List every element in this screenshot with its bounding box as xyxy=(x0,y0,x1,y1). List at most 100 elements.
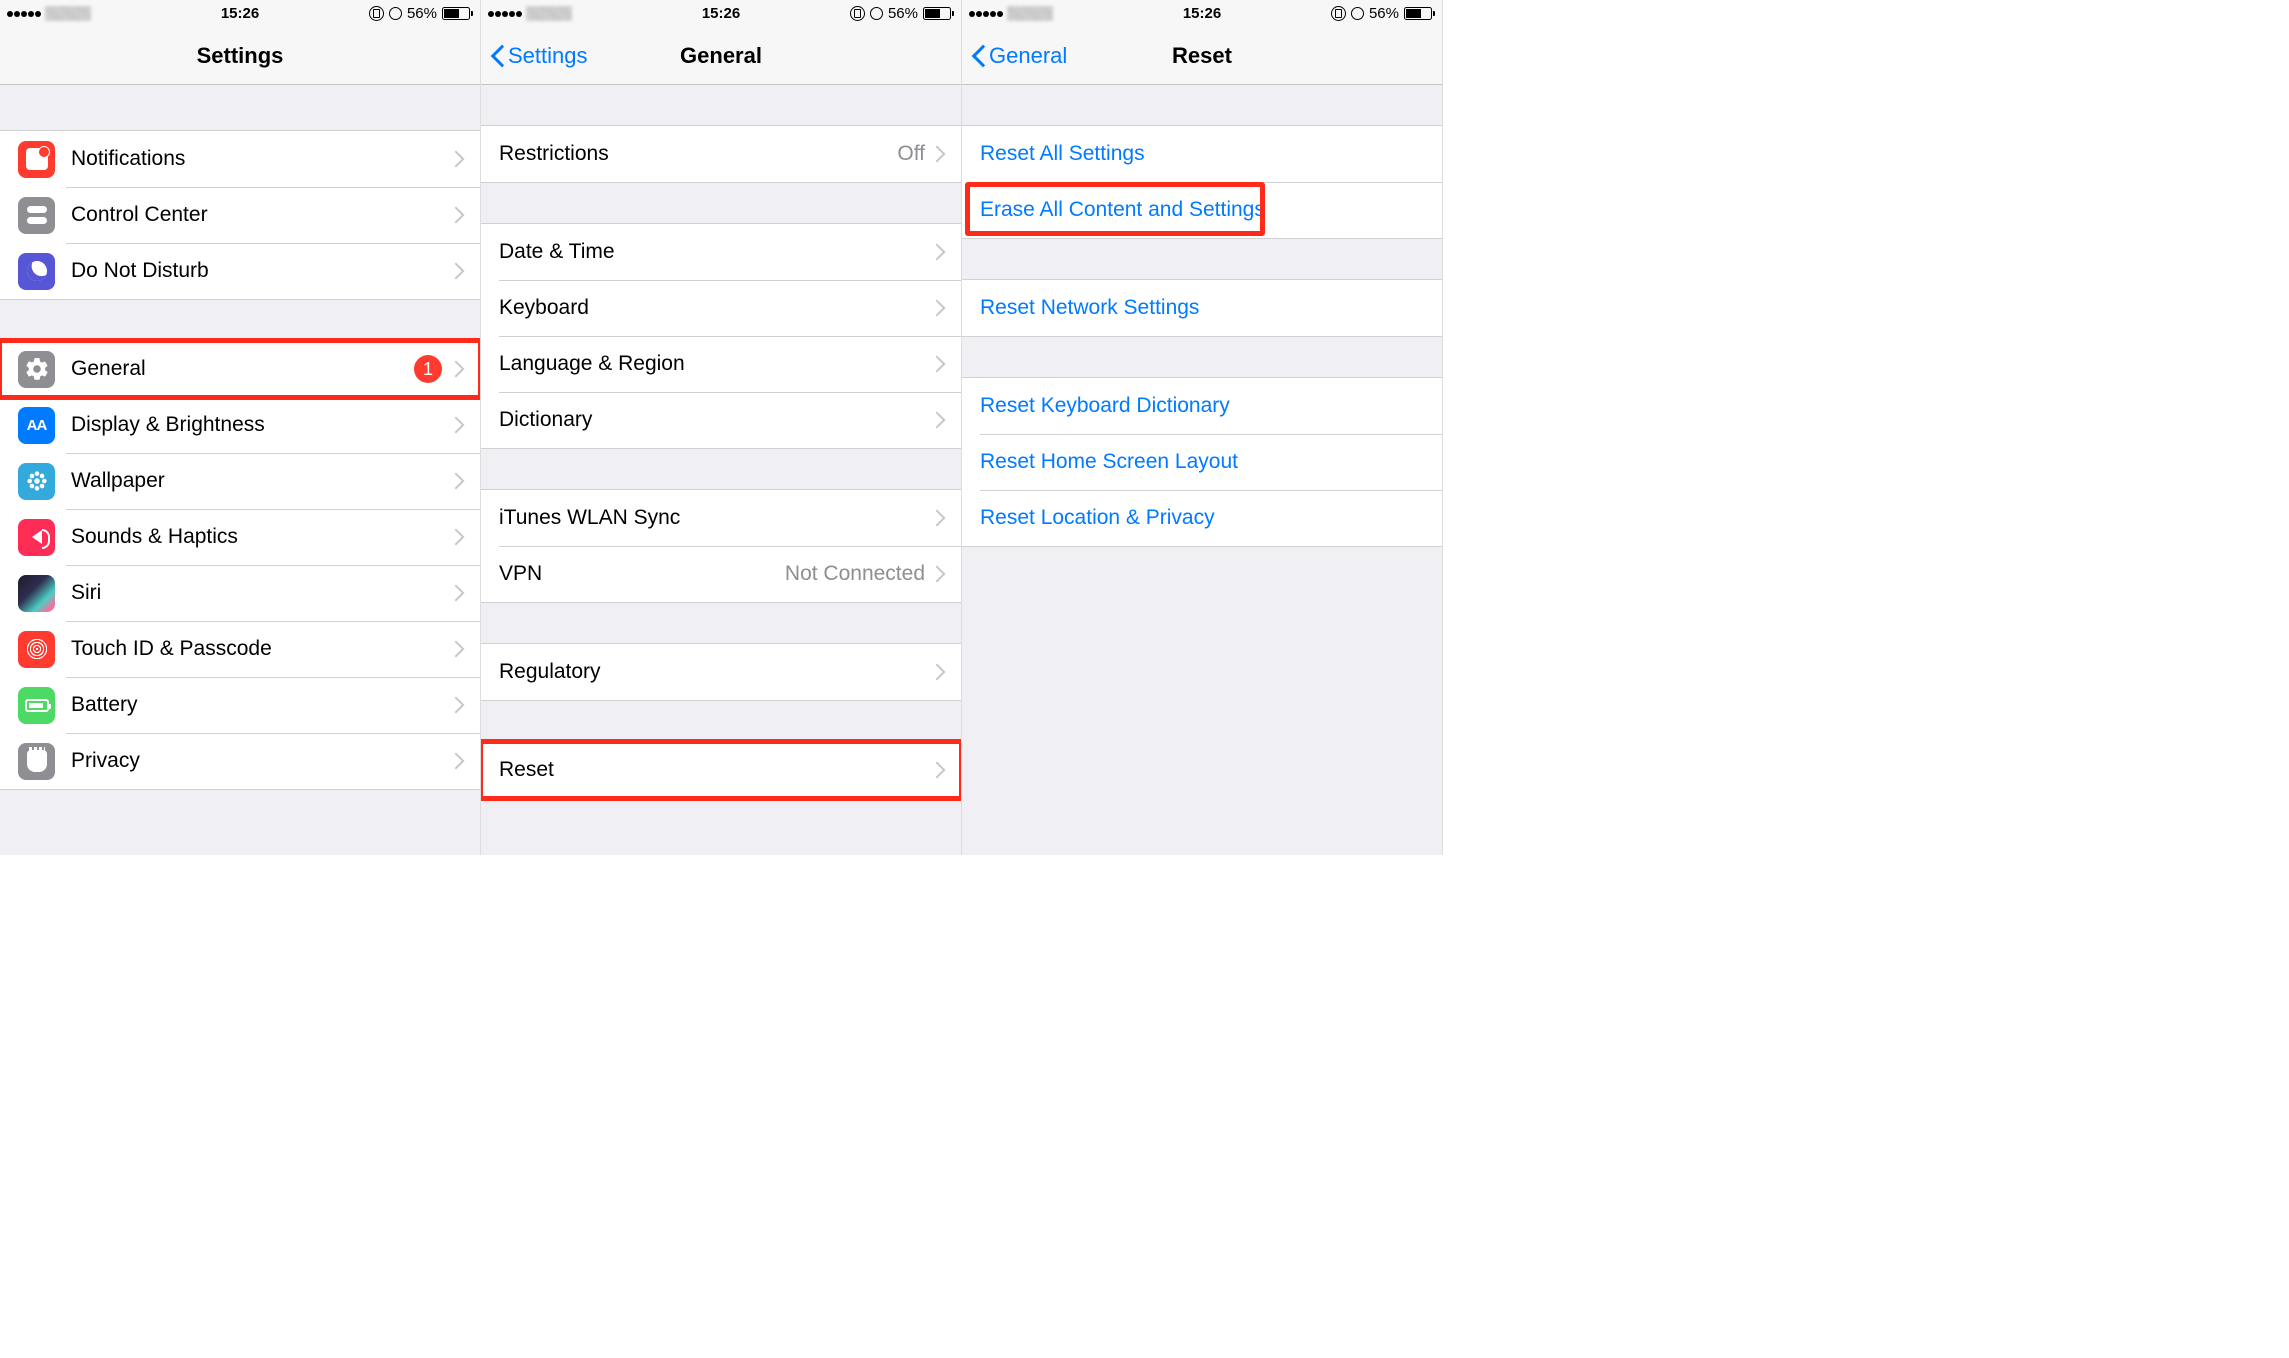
battery-percent: 56% xyxy=(888,5,918,22)
row-wallpaper[interactable]: Wallpaper xyxy=(0,453,480,509)
page-title: General xyxy=(680,43,762,69)
general-content[interactable]: Restrictions Off Date & Time Keyboard La… xyxy=(481,85,961,855)
orientation-lock-icon xyxy=(369,6,384,21)
row-label: Erase All Content and Settings xyxy=(980,198,1424,222)
battery-icon xyxy=(442,7,473,20)
row-label: Control Center xyxy=(71,203,452,227)
row-label: Sounds & Haptics xyxy=(71,525,452,549)
alarm-icon xyxy=(1351,7,1364,20)
notification-badge: 1 xyxy=(414,355,442,383)
row-battery[interactable]: Battery xyxy=(0,677,480,733)
row-regulatory[interactable]: Regulatory xyxy=(481,644,961,700)
row-label: Do Not Disturb xyxy=(71,259,452,283)
status-bar: 15:26 56% xyxy=(481,0,961,27)
control-center-icon xyxy=(18,197,55,234)
carrier-label xyxy=(1007,6,1053,21)
chevron-right-icon xyxy=(933,243,943,261)
back-label: Settings xyxy=(508,43,588,69)
row-label: General xyxy=(71,357,414,381)
row-sounds-haptics[interactable]: Sounds & Haptics xyxy=(0,509,480,565)
row-keyboard[interactable]: Keyboard xyxy=(481,280,961,336)
signal-strength-icon xyxy=(7,11,41,17)
navbar: Settings General xyxy=(481,27,961,85)
status-time: 15:26 xyxy=(1183,5,1221,22)
chevron-right-icon xyxy=(452,584,462,602)
status-left xyxy=(7,6,91,21)
back-label: General xyxy=(989,43,1067,69)
row-display-brightness[interactable]: AA Display & Brightness xyxy=(0,397,480,453)
row-label: Touch ID & Passcode xyxy=(71,637,452,661)
row-general[interactable]: General 1 xyxy=(0,341,480,397)
row-do-not-disturb[interactable]: Do Not Disturb xyxy=(0,243,480,299)
chevron-right-icon xyxy=(933,355,943,373)
row-privacy[interactable]: Privacy xyxy=(0,733,480,789)
row-reset[interactable]: Reset xyxy=(481,742,961,798)
orientation-lock-icon xyxy=(850,6,865,21)
settings-content[interactable]: Notifications Control Center Do Not Dist… xyxy=(0,85,480,855)
row-label: Keyboard xyxy=(499,296,933,320)
page-title: Settings xyxy=(197,43,284,69)
row-label: Regulatory xyxy=(499,660,933,684)
general-icon xyxy=(18,351,55,388)
orientation-lock-icon xyxy=(1331,6,1346,21)
row-control-center[interactable]: Control Center xyxy=(0,187,480,243)
battery-percent: 56% xyxy=(1369,5,1399,22)
reset-content[interactable]: Reset All Settings Erase All Content and… xyxy=(962,85,1442,855)
wallpaper-icon xyxy=(18,463,55,500)
status-right: 56% xyxy=(369,5,473,22)
chevron-right-icon xyxy=(933,509,943,527)
row-label: Restrictions xyxy=(499,142,897,166)
row-label: Reset Keyboard Dictionary xyxy=(980,394,1424,418)
status-time: 15:26 xyxy=(702,5,740,22)
row-label: Display & Brightness xyxy=(71,413,452,437)
row-vpn[interactable]: VPN Not Connected xyxy=(481,546,961,602)
row-reset-home-screen-layout[interactable]: Reset Home Screen Layout xyxy=(962,434,1442,490)
row-itunes-wlan-sync[interactable]: iTunes WLAN Sync xyxy=(481,490,961,546)
row-label: Dictionary xyxy=(499,408,933,432)
sounds-icon xyxy=(18,519,55,556)
row-label: iTunes WLAN Sync xyxy=(499,506,933,530)
row-reset-location-privacy[interactable]: Reset Location & Privacy xyxy=(962,490,1442,546)
back-button[interactable]: General xyxy=(972,43,1067,69)
row-value: Not Connected xyxy=(785,562,925,586)
row-touch-id-passcode[interactable]: Touch ID & Passcode xyxy=(0,621,480,677)
flower-icon xyxy=(26,470,48,492)
siri-icon xyxy=(18,575,55,612)
chevron-right-icon xyxy=(452,206,462,224)
chevron-right-icon xyxy=(933,565,943,583)
status-right: 56% xyxy=(1331,5,1435,22)
chevron-right-icon xyxy=(933,663,943,681)
chevron-right-icon xyxy=(452,640,462,658)
signal-strength-icon xyxy=(488,11,522,17)
row-label: Reset Network Settings xyxy=(980,296,1424,320)
row-label: Date & Time xyxy=(499,240,933,264)
navbar: General Reset xyxy=(962,27,1442,85)
row-reset-all-settings[interactable]: Reset All Settings xyxy=(962,126,1442,182)
row-erase-all-content[interactable]: Erase All Content and Settings xyxy=(962,182,1442,238)
row-restrictions[interactable]: Restrictions Off xyxy=(481,126,961,182)
row-language-region[interactable]: Language & Region xyxy=(481,336,961,392)
row-reset-network-settings[interactable]: Reset Network Settings xyxy=(962,280,1442,336)
carrier-label xyxy=(526,6,572,21)
battery-percent: 56% xyxy=(407,5,437,22)
chevron-left-icon xyxy=(491,45,505,67)
privacy-icon xyxy=(18,743,55,780)
battery-icon xyxy=(1404,7,1435,20)
status-bar: 15:26 56% xyxy=(0,0,480,27)
row-reset-keyboard-dictionary[interactable]: Reset Keyboard Dictionary xyxy=(962,378,1442,434)
chevron-right-icon xyxy=(452,696,462,714)
chevron-right-icon xyxy=(933,411,943,429)
row-siri[interactable]: Siri xyxy=(0,565,480,621)
battery-icon xyxy=(923,7,954,20)
chevron-right-icon xyxy=(452,262,462,280)
battery-settings-icon xyxy=(18,687,55,724)
general-screen: 15:26 56% Settings General Restrictions … xyxy=(481,0,962,855)
back-button[interactable]: Settings xyxy=(491,43,588,69)
row-date-time[interactable]: Date & Time xyxy=(481,224,961,280)
page-title: Reset xyxy=(1172,43,1232,69)
row-notifications[interactable]: Notifications xyxy=(0,131,480,187)
chevron-right-icon xyxy=(452,360,462,378)
alarm-icon xyxy=(389,7,402,20)
chevron-right-icon xyxy=(452,752,462,770)
row-dictionary[interactable]: Dictionary xyxy=(481,392,961,448)
